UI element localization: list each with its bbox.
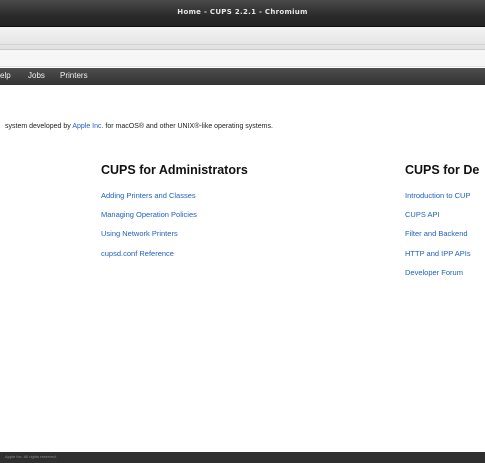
admin-link-adding-printers[interactable]: Adding Printers and Classes — [101, 191, 196, 200]
dev-link-developer-forum[interactable]: Developer Forum — [405, 268, 463, 277]
admin-link-network-printers[interactable]: Using Network Printers — [101, 229, 178, 238]
admin-link-cupsd-conf[interactable]: cupsd.conf Reference — [101, 249, 174, 258]
page-footer: Apple Inc. All rights reserved. — [0, 452, 485, 463]
nav-printers[interactable]: Printers — [60, 68, 88, 85]
browser-toolbar — [0, 27, 485, 50]
nav-help[interactable]: elp — [0, 68, 11, 85]
dev-title: CUPS for De — [405, 163, 480, 177]
intro-before: system developed by — [5, 123, 73, 130]
toolbar-divider — [0, 44, 485, 45]
dev-link-filter-backend[interactable]: Filter and Backend — [405, 229, 468, 238]
dev-link-cups-api[interactable]: CUPS API — [405, 210, 440, 219]
footer-copyright: Apple Inc. All rights reserved. — [5, 454, 57, 459]
dev-link-http-ipp[interactable]: HTTP and IPP APIs — [405, 249, 471, 258]
window-titlebar: Home - CUPS 2.2.1 - Chromium — [0, 0, 485, 27]
intro-text: system developed by Apple Inc. for macOS… — [5, 123, 273, 130]
admin-title: CUPS for Administrators — [101, 163, 248, 177]
intro-after: for macOS® and other UNIX®-like operatin… — [103, 123, 273, 130]
apple-link[interactable]: Apple Inc. — [72, 123, 103, 130]
window-title: Home - CUPS 2.2.1 - Chromium — [177, 8, 308, 16]
nav-jobs[interactable]: Jobs — [28, 68, 45, 85]
dev-link-introduction[interactable]: Introduction to CUP — [405, 191, 470, 200]
page-top-band — [0, 50, 485, 67]
admin-link-operation-policies[interactable]: Managing Operation Policies — [101, 210, 197, 219]
cups-navbar: elp Jobs Printers — [0, 68, 485, 85]
